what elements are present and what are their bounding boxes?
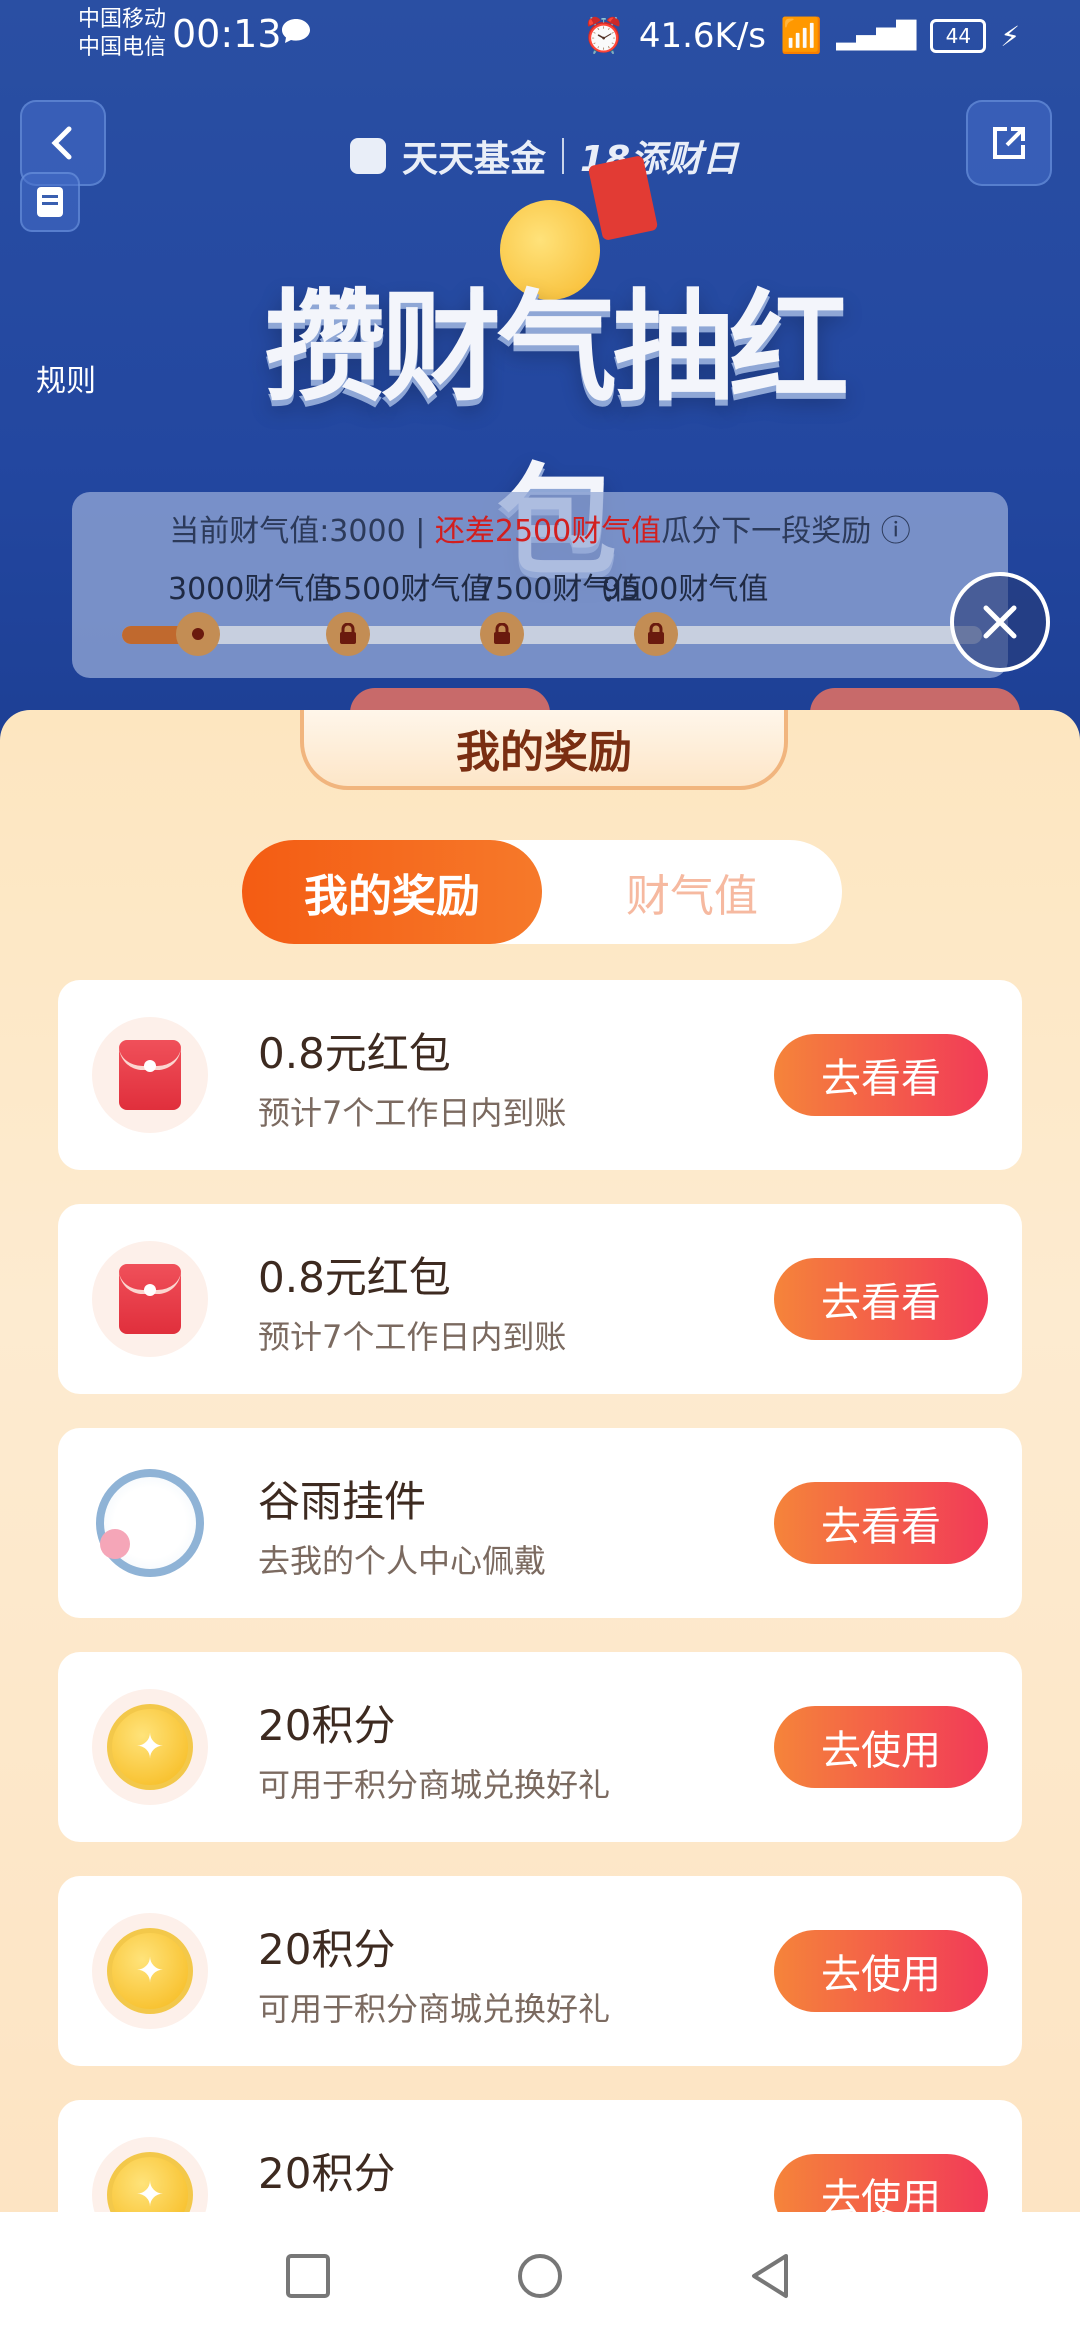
tab-fortune-value[interactable]: 财气值: [542, 840, 842, 944]
close-icon: [983, 605, 1017, 639]
milestone-labels: 3000财气值 5500财气值 7500财气值 9500财气值: [132, 564, 1002, 607]
lock-icon: [326, 612, 370, 656]
rewards-sheet: 我的奖励 我的奖励 财气值 0.8元红包 预计7个工作日内到账 去看看 0.8元…: [0, 710, 1080, 2212]
brand-divider: [562, 138, 565, 174]
reward-name: 0.8元红包: [258, 1029, 451, 1078]
reward-item: ✦ 20积分 去使用: [58, 2100, 1022, 2212]
status-bar: 中国移动 中国电信 00:13 ⏰ 41.6K/s 📶 ▂▄▆█ 44 ⚡: [0, 0, 1080, 72]
reward-icon-wrap: ✦: [92, 2137, 208, 2212]
carrier-1: 中国移动: [78, 7, 167, 32]
reward-item: 0.8元红包 预计7个工作日内到账 去看看: [58, 980, 1022, 1170]
reward-icon-wrap: ✦: [92, 1913, 208, 2029]
reward-desc: 去我的个人中心佩戴: [258, 1542, 547, 1580]
current-value: 当前财气值:3000: [169, 514, 406, 549]
close-button[interactable]: [950, 572, 1050, 672]
chat-bubble-icon: [282, 19, 310, 43]
header-banner: 中国移动 中国电信 00:13 ⏰ 41.6K/s 📶 ▂▄▆█ 44 ⚡ 规则…: [0, 0, 1080, 760]
reward-item: ✦ 20积分 可用于积分商城兑换好礼 去使用: [58, 1652, 1022, 1842]
reward-name: 20积分: [258, 1701, 396, 1750]
red-envelope-icon: [119, 1264, 181, 1334]
info-icon[interactable]: ⓘ: [881, 514, 911, 549]
carrier-2: 中国电信: [78, 35, 167, 60]
charging-icon: ⚡: [1000, 19, 1020, 53]
gap-value: 还差2500财气值: [434, 514, 662, 549]
share-external-icon: [993, 127, 1025, 159]
status-time: 00:13: [172, 12, 282, 56]
use-button[interactable]: 去使用: [774, 1930, 988, 2012]
progress-card: 当前财气值:3000 | 还差2500财气值瓜分下一段奖励 ⓘ 3000财气值 …: [72, 492, 1008, 678]
carrier-labels: 中国移动 中国电信: [78, 6, 166, 62]
use-button[interactable]: 去使用: [774, 1706, 988, 1788]
brand-row: 天天基金 18添财日: [350, 130, 738, 182]
recents-square-icon[interactable]: [284, 2252, 332, 2300]
signal-icon: ▂▄▆█: [836, 21, 917, 51]
wifi-icon: 📶: [780, 16, 823, 56]
reward-desc: 可用于积分商城兑换好礼: [258, 1766, 611, 1804]
network-speed: 41.6K/s: [638, 16, 766, 56]
use-button[interactable]: 去使用: [774, 2154, 988, 2212]
milestone-label: 9500财气值: [602, 572, 769, 607]
reward-icon-wrap: [92, 1017, 208, 1133]
coin-icon: ✦: [107, 1928, 193, 2014]
progress-track: [122, 612, 982, 656]
pendant-icon: [96, 1469, 204, 1577]
sheet-title: 我的奖励: [300, 710, 788, 790]
rules-button[interactable]: [20, 172, 80, 232]
reward-desc: 预计7个工作日内到账: [258, 1318, 567, 1356]
view-button[interactable]: 去看看: [774, 1482, 988, 1564]
milestone-node-reached: [176, 612, 220, 656]
lock-icon: [634, 612, 678, 656]
progress-info: 当前财气值:3000 | 还差2500财气值瓜分下一段奖励 ⓘ: [72, 506, 1008, 550]
view-button[interactable]: 去看看: [774, 1034, 988, 1116]
back-triangle-icon[interactable]: [746, 2252, 794, 2300]
view-button[interactable]: 去看看: [774, 1258, 988, 1340]
reward-icon-wrap: ✦: [92, 1689, 208, 1805]
status-right: ⏰ 41.6K/s 📶 ▂▄▆█ 44 ⚡: [582, 14, 1020, 58]
reward-item: ✦ 20积分 可用于积分商城兑换好礼 去使用: [58, 1876, 1022, 2066]
coin-icon: ✦: [107, 2152, 193, 2212]
gap-suffix: 瓜分下一段奖励: [661, 514, 872, 549]
document-icon: [37, 187, 63, 217]
reward-icon-wrap: [92, 1241, 208, 1357]
milestone-label: 5500财气值: [324, 572, 491, 607]
coin-icon: ✦: [107, 1704, 193, 1790]
brand-name: 天天基金: [402, 139, 547, 180]
reward-desc: 可用于积分商城兑换好礼: [258, 1990, 611, 2028]
rules-label[interactable]: 规则: [36, 356, 96, 400]
lock-icon: [480, 612, 524, 656]
reward-item: 谷雨挂件 去我的个人中心佩戴 去看看: [58, 1428, 1022, 1618]
reward-name: 谷雨挂件: [258, 1477, 427, 1526]
reward-name: 20积分: [258, 2149, 396, 2198]
reward-name: 20积分: [258, 1925, 396, 1974]
brand-logo-icon: [350, 138, 386, 174]
home-circle-icon[interactable]: [516, 2252, 564, 2300]
reward-desc: 预计7个工作日内到账: [258, 1094, 567, 1132]
tab-toggle: 我的奖励 财气值: [242, 840, 842, 944]
info-divider: |: [415, 514, 426, 549]
tab-my-rewards[interactable]: 我的奖励: [242, 840, 542, 944]
battery-icon: 44: [930, 19, 987, 53]
system-nav-bar: [0, 2212, 1080, 2340]
reward-name: 0.8元红包: [258, 1253, 451, 1302]
reward-item: 0.8元红包 预计7个工作日内到账 去看看: [58, 1204, 1022, 1394]
share-button[interactable]: [966, 100, 1052, 186]
reward-icon-wrap: [92, 1465, 208, 1581]
alarm-icon: ⏰: [582, 16, 625, 56]
red-envelope-icon: [119, 1040, 181, 1110]
milestone-label: 3000财气值: [168, 572, 335, 607]
chevron-left-icon: [51, 126, 72, 160]
